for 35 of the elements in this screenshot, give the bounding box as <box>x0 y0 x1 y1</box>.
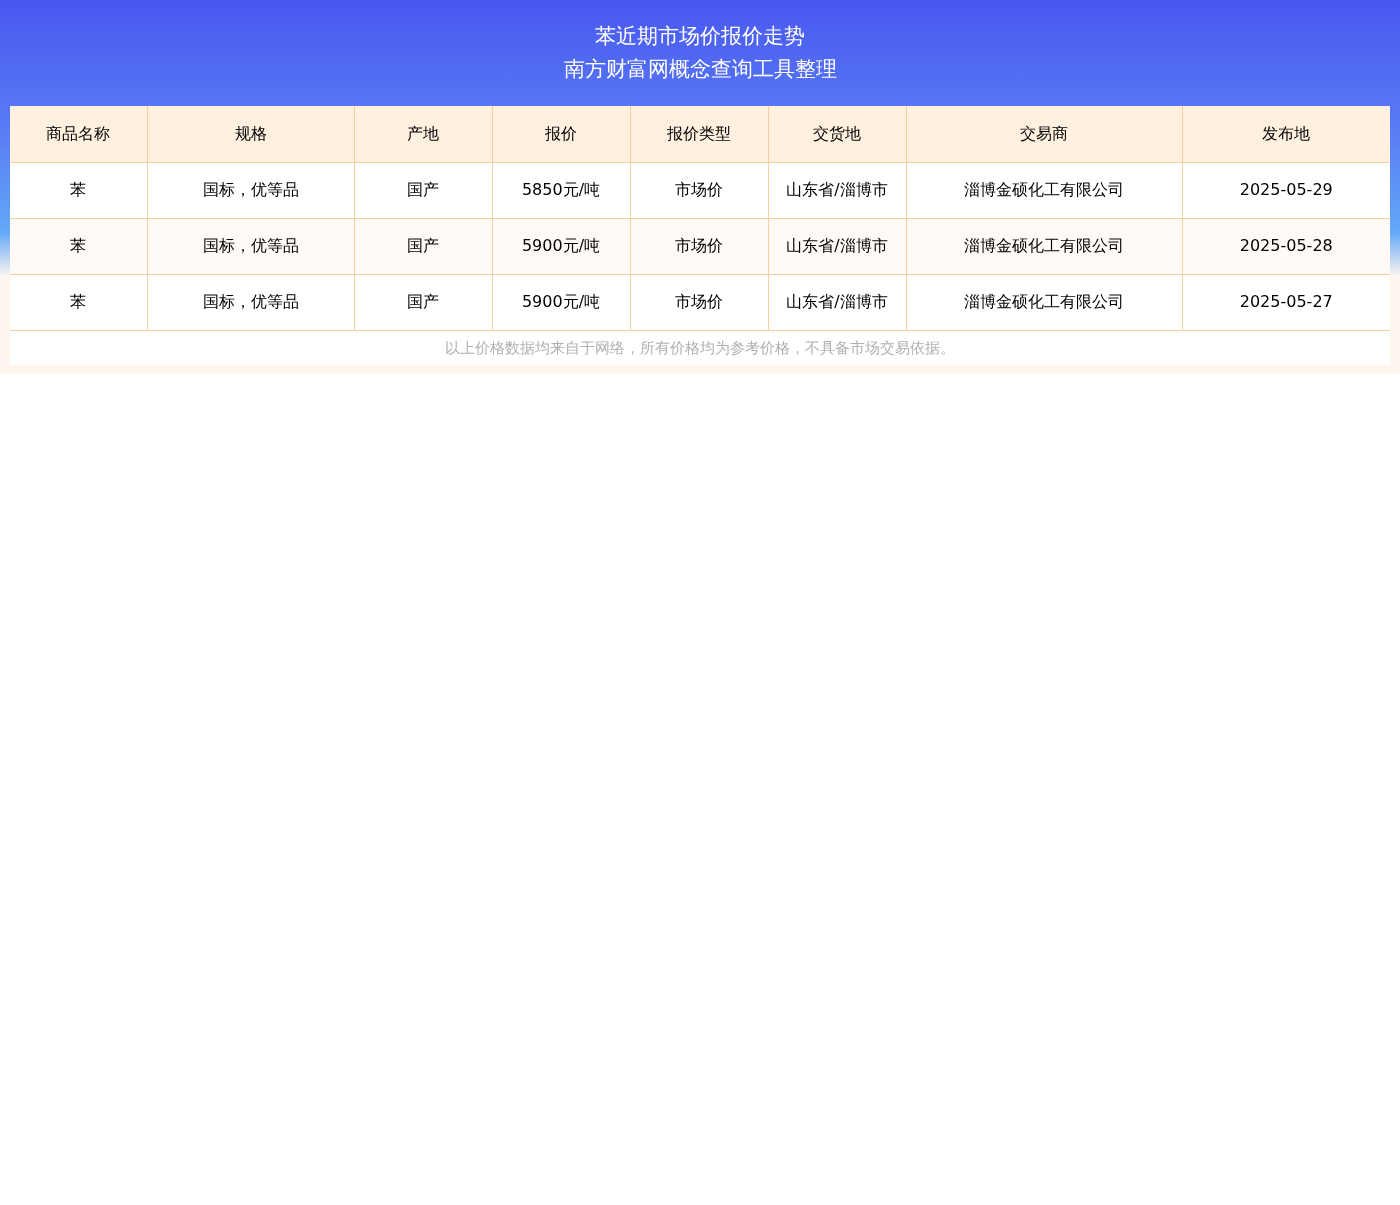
page-subtitle: 南方财富网概念查询工具整理 <box>563 56 837 83</box>
table-cell: 5850元/吨 <box>492 162 630 218</box>
table-cell: 国产 <box>354 274 492 330</box>
table-cell: 5900元/吨 <box>492 274 630 330</box>
table-cell: 山东省/淄博市 <box>768 274 906 330</box>
table-cell: 苯 <box>10 218 147 274</box>
table-cell: 苯 <box>10 274 147 330</box>
column-header: 商品名称 <box>10 106 147 162</box>
table-cell: 2025-05-27 <box>1182 274 1390 330</box>
table-cell: 山东省/淄博市 <box>768 162 906 218</box>
table-cell: 5900元/吨 <box>492 218 630 274</box>
column-header: 报价类型 <box>630 106 768 162</box>
column-header: 发布地 <box>1182 106 1390 162</box>
table-cell: 国产 <box>354 218 492 274</box>
table-cell: 国标，优等品 <box>147 274 354 330</box>
column-header: 规格 <box>147 106 354 162</box>
column-header: 交易商 <box>906 106 1182 162</box>
column-header: 产地 <box>354 106 492 162</box>
table-cell: 国标，优等品 <box>147 162 354 218</box>
table-cell: 淄博金硕化工有限公司 <box>906 162 1182 218</box>
table-cell: 市场价 <box>630 274 768 330</box>
column-header: 报价 <box>492 106 630 162</box>
table-cell: 2025-05-28 <box>1182 218 1390 274</box>
column-header: 交货地 <box>768 106 906 162</box>
table-cell: 苯 <box>10 162 147 218</box>
table-cell: 国产 <box>354 162 492 218</box>
disclaimer-text: 以上价格数据均来自于网络，所有价格均为参考价格，不具备市场交易依据。 <box>10 330 1390 365</box>
page-title: 苯近期市场价报价走势 <box>595 23 805 50</box>
table-cell: 淄博金硕化工有限公司 <box>906 218 1182 274</box>
table-cell: 市场价 <box>630 162 768 218</box>
table-cell: 山东省/淄博市 <box>768 218 906 274</box>
table-cell: 淄博金硕化工有限公司 <box>906 274 1182 330</box>
table-cell: 2025-05-29 <box>1182 162 1390 218</box>
table-cell: 国标，优等品 <box>147 218 354 274</box>
table-cell: 市场价 <box>630 218 768 274</box>
